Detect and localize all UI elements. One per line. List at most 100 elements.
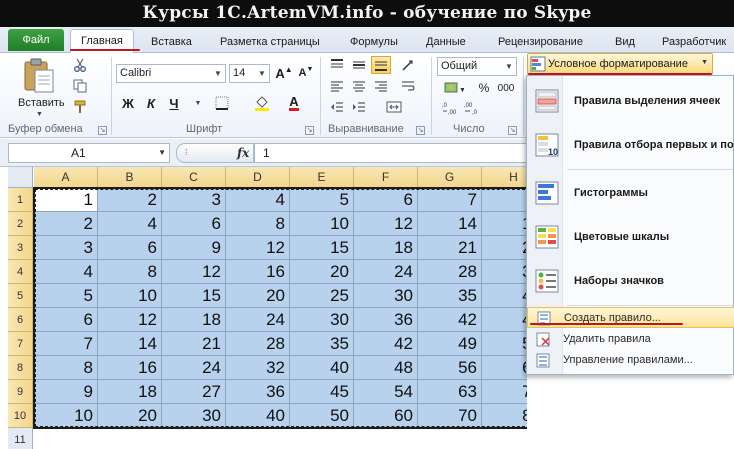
column-header[interactable]: G	[418, 167, 482, 188]
cell[interactable]: 3	[162, 188, 226, 212]
cell[interactable]: 9	[162, 236, 226, 260]
cell[interactable]: 3	[34, 236, 98, 260]
tab-insert[interactable]: Вставка	[151, 33, 192, 51]
cell[interactable]: 32	[226, 356, 290, 380]
cell[interactable]: 14	[98, 332, 162, 356]
align-middle-button[interactable]	[349, 56, 369, 74]
row-header[interactable]: 9	[8, 380, 33, 404]
borders-button[interactable]	[212, 94, 232, 112]
cell[interactable]: 16	[482, 212, 527, 236]
cell[interactable]: 30	[162, 404, 226, 428]
cell[interactable]: 48	[354, 356, 418, 380]
font-color-button[interactable]: A	[284, 94, 304, 112]
decrease-decimal-button[interactable]: ,00,0	[463, 99, 483, 117]
cell[interactable]: 28	[226, 332, 290, 356]
formula-input[interactable]: 1	[254, 143, 527, 163]
cell[interactable]: 24	[162, 356, 226, 380]
tab-review[interactable]: Рецензирование	[498, 33, 583, 51]
cell[interactable]: 42	[418, 308, 482, 332]
align-bottom-button[interactable]	[371, 56, 391, 74]
cell[interactable]: 30	[290, 308, 354, 332]
cell[interactable]: 48	[482, 308, 527, 332]
cell[interactable]: 36	[354, 308, 418, 332]
cell[interactable]: 4	[226, 188, 290, 212]
tab-formulas[interactable]: Формулы	[350, 33, 398, 51]
cell[interactable]: 45	[290, 380, 354, 404]
row-header[interactable]: 5	[8, 284, 33, 308]
insert-function-button[interactable]: fx	[237, 144, 249, 162]
tab-view[interactable]: Вид	[615, 33, 635, 51]
wrap-text-button[interactable]	[398, 77, 418, 95]
cell[interactable]: 12	[354, 212, 418, 236]
cell[interactable]: 36	[226, 380, 290, 404]
cell[interactable]: 4	[34, 260, 98, 284]
cell[interactable]: 12	[226, 236, 290, 260]
menu-item-highlight-rules[interactable]: Правила выделения ячеек	[527, 80, 734, 123]
cell[interactable]: 60	[354, 404, 418, 428]
row-header[interactable]: 4	[8, 260, 33, 284]
cell[interactable]: 20	[98, 404, 162, 428]
tab-page-layout[interactable]: Разметка страницы	[220, 33, 320, 51]
cell[interactable]: 2	[98, 188, 162, 212]
cell[interactable]: 18	[162, 308, 226, 332]
cell[interactable]: 8	[482, 188, 527, 212]
align-left-button[interactable]	[327, 77, 347, 95]
column-header[interactable]: B	[98, 167, 162, 188]
number-launcher-icon[interactable]: ↘	[508, 126, 517, 135]
conditional-formatting-button[interactable]: Условное форматирование ▼	[527, 53, 713, 75]
cell[interactable]: 42	[354, 332, 418, 356]
align-top-button[interactable]	[327, 56, 347, 74]
row-header[interactable]: 1	[8, 188, 33, 212]
fill-color-button[interactable]	[252, 94, 272, 112]
tab-file[interactable]: Файл	[8, 29, 64, 51]
cell[interactable]: 16	[226, 260, 290, 284]
row-header[interactable]: 11	[8, 428, 33, 449]
cell[interactable]: 18	[354, 236, 418, 260]
decrease-indent-button[interactable]	[327, 98, 347, 116]
cell[interactable]: 27	[162, 380, 226, 404]
column-header[interactable]: H	[482, 167, 527, 188]
cell[interactable]: 16	[98, 356, 162, 380]
row-header[interactable]: 2	[8, 212, 33, 236]
cell[interactable]: 64	[482, 356, 527, 380]
cell[interactable]: 20	[226, 284, 290, 308]
cell[interactable]: 80	[482, 404, 527, 428]
row-header[interactable]: 10	[8, 404, 33, 428]
cell[interactable]: 8	[34, 356, 98, 380]
column-header[interactable]: D	[226, 167, 290, 188]
tab-data[interactable]: Данные	[426, 33, 466, 51]
percent-style-button[interactable]: %	[474, 79, 494, 97]
italic-button[interactable]: К	[141, 94, 161, 112]
cell[interactable]: 15	[290, 236, 354, 260]
underline-button[interactable]: Ч	[164, 94, 184, 112]
menu-item-top-bottom-rules[interactable]: 10 Правила отбора первых и последних зна…	[527, 124, 734, 167]
cell[interactable]: 8	[98, 260, 162, 284]
row-header[interactable]: 8	[8, 356, 33, 380]
column-header[interactable]: C	[162, 167, 226, 188]
accounting-format-button[interactable]: ▼	[440, 79, 468, 97]
cell[interactable]: 10	[34, 404, 98, 428]
cell[interactable]: 25	[290, 284, 354, 308]
orientation-button[interactable]	[398, 56, 418, 74]
cell[interactable]: 24	[226, 308, 290, 332]
row-header[interactable]: 6	[8, 308, 33, 332]
row-header[interactable]: 7	[8, 332, 33, 356]
cell[interactable]: 9	[34, 380, 98, 404]
column-header[interactable]: E	[290, 167, 354, 188]
cell[interactable]: 54	[354, 380, 418, 404]
cell[interactable]: 8	[226, 212, 290, 236]
increase-decimal-button[interactable]: ,0,00	[441, 99, 461, 117]
cell[interactable]: 63	[418, 380, 482, 404]
cell[interactable]: 20	[290, 260, 354, 284]
cell[interactable]: 21	[162, 332, 226, 356]
align-center-button[interactable]	[349, 77, 369, 95]
alignment-launcher-icon[interactable]: ↘	[416, 126, 425, 135]
cell[interactable]: 40	[226, 404, 290, 428]
cell[interactable]: 35	[290, 332, 354, 356]
cell[interactable]: 10	[98, 284, 162, 308]
cut-button[interactable]	[70, 56, 90, 74]
column-header[interactable]: F	[354, 167, 418, 188]
name-box[interactable]: A1 ▼	[8, 143, 170, 163]
cell[interactable]: 30	[354, 284, 418, 308]
cell[interactable]: 24	[354, 260, 418, 284]
